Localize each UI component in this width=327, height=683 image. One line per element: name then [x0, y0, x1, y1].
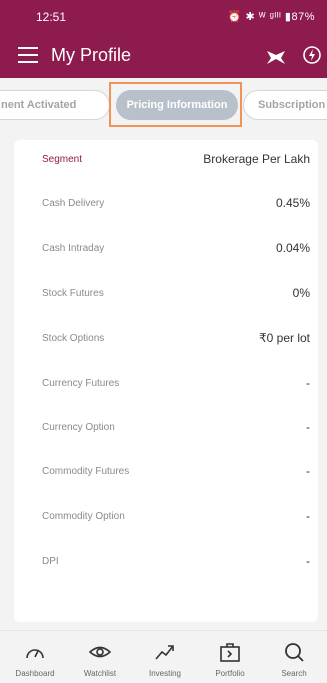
pricing-row: Commodity Futures -: [14, 452, 318, 496]
brokerage-value: -: [306, 509, 310, 523]
brokerage-header: Brokerage Per Lakh: [203, 152, 310, 166]
brokerage-value: 0.04%: [275, 241, 310, 255]
pricing-row: Commodity Option -: [14, 497, 318, 541]
bottom-nav: Dashboard Watchlist Investing Portfolio …: [0, 630, 327, 683]
nav-portfolio[interactable]: Portfolio: [198, 641, 262, 678]
status-bar: 12:51 ⏰ ✱ ᵂ ᵍᴵᴵᴵ ▮87%: [0, 0, 327, 34]
profile-tabs: nent Activated Pricing Information Subsc…: [0, 78, 327, 132]
pricing-row: Stock Options ₹0 per lot: [14, 319, 318, 363]
gauge-icon: [26, 649, 44, 659]
search-icon: [285, 643, 304, 662]
pricing-row: Currency Futures -: [14, 364, 318, 408]
focus-highlight: [109, 82, 242, 127]
brokerage-value: 0%: [292, 286, 310, 300]
segment-label: Currency Futures: [42, 378, 120, 389]
segment-label: DPI: [42, 556, 59, 567]
trend-icon: [155, 645, 174, 660]
brokerage-value: -: [306, 420, 310, 434]
portfolio-icon: [220, 643, 240, 662]
pricing-card: Segment Brokerage Per Lakh Cash Delivery…: [14, 140, 318, 622]
nav-dashboard[interactable]: Dashboard: [3, 641, 67, 678]
nav-label: Portfolio: [215, 669, 245, 678]
segment-label: Stock Options: [42, 333, 105, 344]
brokerage-value: ₹0 per lot: [259, 331, 310, 345]
nav-label: Search: [281, 669, 307, 678]
nav-label: Investing: [148, 669, 182, 678]
brokerage-value: -: [306, 376, 310, 390]
pricing-row: Stock Futures 0%: [14, 274, 318, 318]
tab-subscription-plan[interactable]: Subscription P: [243, 90, 327, 120]
segment-label: Stock Futures: [42, 288, 104, 299]
menu-icon[interactable]: [18, 47, 38, 63]
status-indicators: ⏰ ✱ ᵂ ᵍᴵᴵᴵ ▮87%: [227, 11, 315, 23]
nav-label: Watchlist: [83, 669, 117, 678]
nav-watchlist[interactable]: Watchlist: [68, 641, 132, 678]
segment-label: Currency Option: [42, 422, 115, 433]
segment-label: Cash Delivery: [42, 198, 105, 209]
brokerage-value: 0.45%: [275, 196, 310, 210]
pricing-header-row: Segment Brokerage Per Lakh: [14, 140, 318, 184]
brokerage-value: -: [306, 464, 310, 478]
segment-label: Commodity Option: [42, 511, 125, 522]
page-title: My Profile: [51, 45, 132, 65]
nav-search[interactable]: Search: [262, 641, 326, 678]
segment-label: Cash Intraday: [42, 243, 105, 254]
brokerage-value: -: [306, 554, 310, 568]
segment-header: Segment: [42, 154, 83, 165]
app-bar: My Profile: [0, 34, 327, 78]
pricing-row: Currency Option -: [14, 408, 318, 452]
bolt-icon[interactable]: [302, 45, 322, 65]
segment-label: Commodity Futures: [42, 466, 130, 477]
status-time: 12:51: [36, 10, 67, 24]
app-logo-icon[interactable]: [266, 46, 286, 66]
nav-investing[interactable]: Investing: [133, 641, 197, 678]
tab-segment-activated[interactable]: nent Activated: [0, 90, 110, 120]
eye-icon: [89, 646, 111, 658]
pricing-row: Cash Intraday 0.04%: [14, 229, 318, 273]
pricing-row: DPI -: [14, 542, 318, 586]
nav-label: Dashboard: [15, 669, 55, 678]
pricing-row: Cash Delivery 0.45%: [14, 184, 318, 228]
